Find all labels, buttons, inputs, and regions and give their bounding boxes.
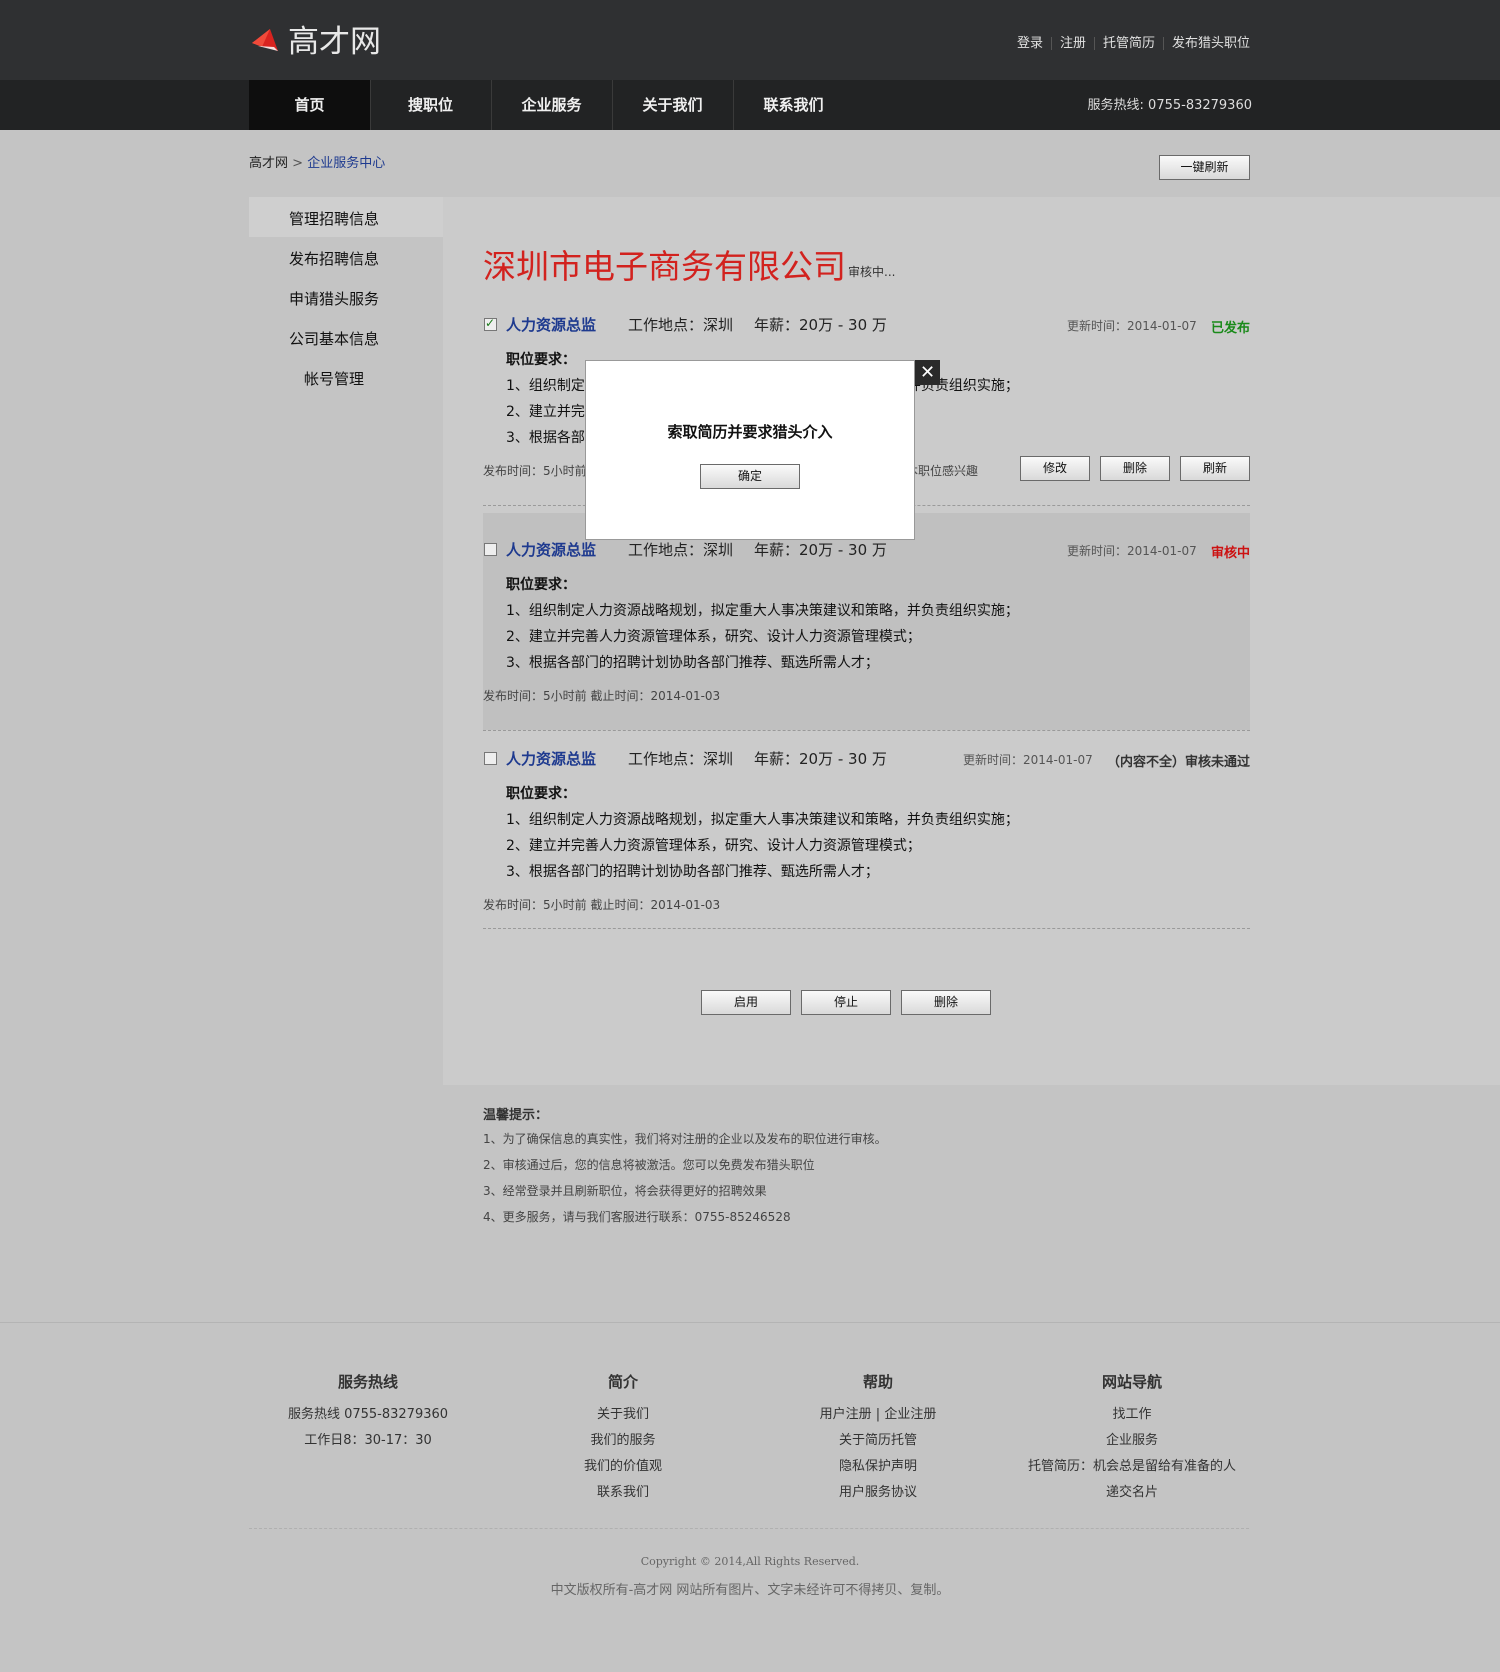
footer-link[interactable]: 关于我们 [493, 1403, 753, 1422]
breadcrumb: 高才网 > 企业服务中心 [249, 152, 385, 171]
job-salary: 年薪：20万 - 30 万 [754, 541, 887, 559]
job-checkbox[interactable] [484, 543, 497, 556]
host-resume-link[interactable]: 托管简历 [1103, 36, 1155, 51]
job-status-badge: 审核中 [1210, 546, 1250, 561]
delete-button[interactable]: 删除 [1100, 456, 1170, 481]
job-title[interactable]: 人力资源总监 [506, 539, 596, 560]
sidebar-item-company-info[interactable]: 公司基本信息 [249, 328, 419, 349]
breadcrumb-home[interactable]: 高才网 [249, 156, 288, 171]
post-headhunt-link[interactable]: 发布猎头职位 [1172, 36, 1250, 51]
job-title[interactable]: 人力资源总监 [506, 314, 596, 335]
close-icon[interactable]: ✕ [915, 360, 940, 385]
requirement-item: 2、建立并完善人力资源管理体系，研究、设计人力资源管理模式； [506, 838, 921, 854]
job-location: 工作地点：深圳 [628, 541, 734, 559]
tip-item: 4、更多服务，请与我们客服进行联系：0755-85246528 [483, 1210, 791, 1224]
requirements-heading: 职位要求： [506, 577, 576, 593]
footer-item: 工作日8：30-17：30 [304, 1433, 432, 1448]
nav-search-jobs[interactable]: 搜职位 [370, 80, 492, 130]
requirement-item: 3、根据各部门的招聘计划协助各部门推荐、甄选所需人才； [506, 864, 879, 880]
nav-contact[interactable]: 联系我们 [733, 80, 854, 130]
footer-link[interactable]: 用户服务协议 [748, 1481, 1008, 1500]
footer-dash-divider [249, 1528, 1249, 1529]
job-status-badge: （内容不全）审核未通过 [1106, 755, 1250, 770]
modal-dialog [585, 360, 915, 540]
requirement-item: 1、组织制定人力资源战略规划，拟定重大人事决策建议和策略，并负责组织实施； [506, 603, 1019, 619]
divider [1162, 37, 1164, 50]
enable-button[interactable]: 启用 [701, 990, 791, 1015]
sidebar-item-headhunt-service[interactable]: 申请猎头服务 [249, 288, 419, 309]
divider [483, 928, 1250, 929]
footer-link[interactable]: 找工作 [1002, 1403, 1262, 1422]
stop-button[interactable]: 停止 [801, 990, 891, 1015]
divider [483, 730, 1250, 731]
job-salary: 年薪：20万 - 30 万 [754, 750, 887, 768]
job-updated: 更新时间：2014-01-07 [963, 753, 1093, 767]
requirement-item: 2、建立并完善人力资源管理体系，研究、设计人力资源管理模式； [506, 629, 921, 645]
tip-item: 1、为了确保信息的真实性，我们将对注册的企业以及发布的职位进行审核。 [483, 1132, 887, 1146]
footer-link[interactable]: 我们的价值观 [493, 1455, 753, 1474]
footer-link[interactable]: 隐私保护声明 [748, 1455, 1008, 1474]
sidebar-item-manage-jobs[interactable]: 管理招聘信息 [249, 208, 419, 229]
top-links: 登录 注册 托管简历 发布猎头职位 [1017, 32, 1250, 51]
job-checkbox[interactable] [484, 752, 497, 765]
job-meta: 发布时间：5小时前 [483, 464, 587, 478]
job-interest-text: 本职位感兴趣 [906, 464, 979, 478]
divider [1093, 37, 1095, 50]
divider [1050, 37, 1052, 50]
confirm-button[interactable]: 确定 [700, 464, 800, 489]
header-hotline: 服务热线: 0755-83279360 [1087, 98, 1252, 113]
footer-col-title: 服务热线 [337, 1373, 398, 1391]
footer-col-title: 网站导航 [1101, 1373, 1162, 1391]
footer-link[interactable]: 递交名片 [1002, 1481, 1262, 1500]
refresh-all-button[interactable]: 一键刷新 [1159, 155, 1250, 180]
job-status-badge: 已发布 [1210, 321, 1250, 336]
sidebar-item-account[interactable]: 帐号管理 [249, 368, 419, 389]
tips-title: 温馨提示： [483, 1108, 549, 1123]
copyright-text: Copyright © 2014,All Rights Reserved. [640, 1555, 860, 1568]
breadcrumb-current[interactable]: 企业服务中心 [307, 156, 385, 171]
job-checkbox[interactable] [484, 316, 497, 331]
logo-icon [252, 29, 278, 51]
requirements-heading: 职位要求： [506, 352, 576, 368]
chevron-right-icon: > [292, 156, 304, 171]
requirements-heading: 职位要求： [506, 786, 576, 802]
top-header [0, 0, 1500, 80]
sidebar-item-post-job[interactable]: 发布招聘信息 [249, 248, 419, 269]
nav-home[interactable]: 首页 [249, 80, 371, 130]
footer-link[interactable]: 关于简历托管 [748, 1429, 1008, 1448]
footer-link[interactable]: 联系我们 [493, 1481, 753, 1500]
job-meta: 发布时间：5小时前 截止时间：2014-01-03 [483, 689, 721, 703]
nav-enterprise[interactable]: 企业服务 [491, 80, 613, 130]
logo-text: 高才网 [288, 24, 381, 60]
job-updated: 更新时间：2014-01-07 [1067, 544, 1197, 558]
footer-divider [0, 1322, 1500, 1323]
register-link[interactable]: 注册 [1060, 36, 1086, 51]
footer-item: 服务热线 0755-83279360 [287, 1407, 449, 1422]
copyright-cn-text: 中文版权所有-高才网 网站所有图片、文字未经许可不得拷贝、复制。 [550, 1583, 950, 1598]
job-updated: 更新时间：2014-01-07 [1067, 319, 1197, 333]
tip-item: 2、审核通过后，您的信息将被激活。您可以免费发布猎头职位 [483, 1158, 815, 1172]
footer-col-title: 帮助 [862, 1373, 893, 1391]
company-name: 深圳市电子商务有限公司 [483, 247, 846, 286]
tip-item: 3、经常登录并且刷新职位，将会获得更好的招聘效果 [483, 1184, 767, 1198]
footer-col-title: 简介 [607, 1373, 638, 1391]
company-status: 审核中... [848, 265, 896, 279]
refresh-button[interactable]: 刷新 [1180, 456, 1250, 481]
login-link[interactable]: 登录 [1017, 36, 1043, 51]
nav-about[interactable]: 关于我们 [612, 80, 734, 130]
job-meta: 发布时间：5小时前 截止时间：2014-01-03 [483, 898, 721, 912]
job-title[interactable]: 人力资源总监 [506, 748, 596, 769]
requirement-item: 1、组织制定人力资源战略规划，拟定重大人事决策建议和策略，并负责组织实施； [506, 812, 1019, 828]
footer-link[interactable]: 企业服务 [1002, 1429, 1262, 1448]
bulk-delete-button[interactable]: 删除 [901, 990, 991, 1015]
footer-link[interactable]: 我们的服务 [493, 1429, 753, 1448]
job-salary: 年薪：20万 - 30 万 [754, 316, 887, 334]
modal-title: 索取简历并要求猎头介入 [667, 423, 833, 441]
edit-button[interactable]: 修改 [1020, 456, 1090, 481]
job-location: 工作地点：深圳 [628, 316, 734, 334]
requirement-item: 3、根据各部门的招聘计划协助各部门推荐、甄选所需人才； [506, 655, 879, 671]
job-location: 工作地点：深圳 [628, 750, 734, 768]
footer-link[interactable]: 用户注册 | 企业注册 [748, 1403, 1008, 1422]
footer-link[interactable]: 托管简历：机会总是留给有准备的人 [1002, 1455, 1262, 1474]
